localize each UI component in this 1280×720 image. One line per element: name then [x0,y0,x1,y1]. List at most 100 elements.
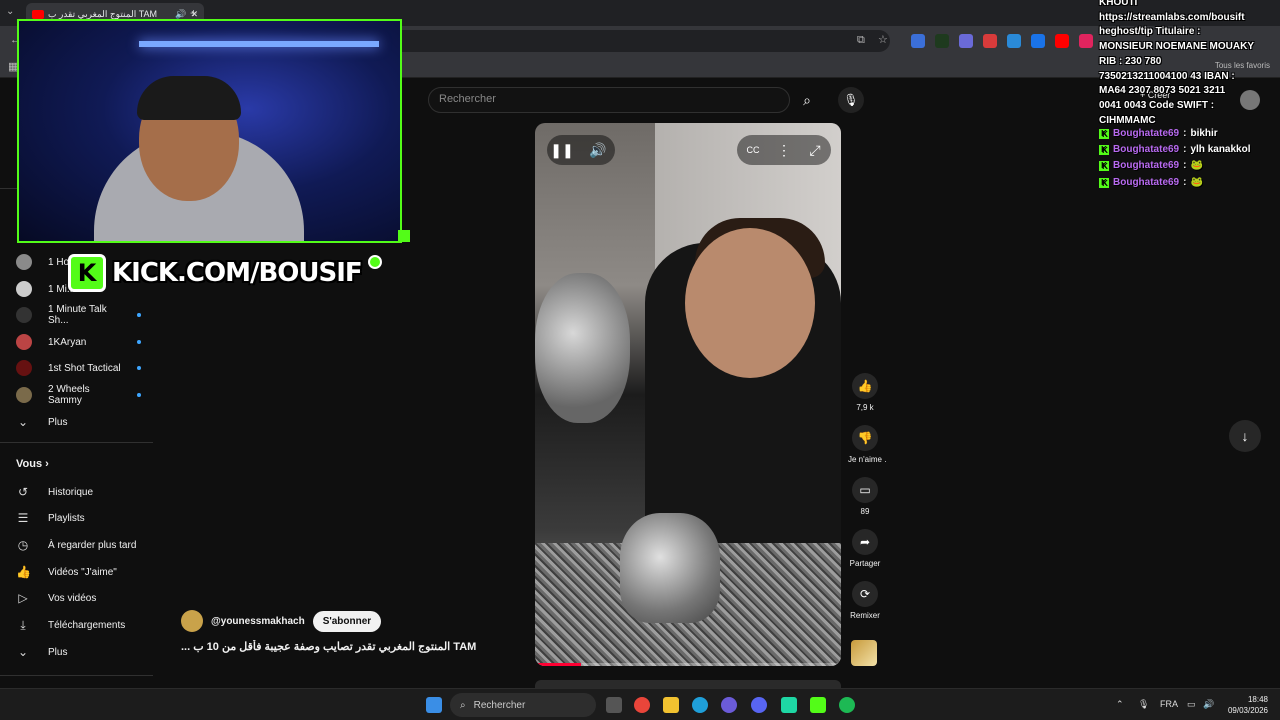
sidebar-subscription[interactable]: 2 Wheels Sammy [16,384,141,406]
extension-icon[interactable] [959,34,973,48]
comment-icon[interactable]: ▭ [852,477,878,503]
video-progress-bar[interactable] [535,663,841,666]
remix-label: Remixer [850,611,880,620]
video-frame-kettle [535,273,630,423]
channel-avatar [16,387,32,403]
extension-icon[interactable] [1055,34,1069,48]
history-icon: ↺ [17,485,29,499]
remix-icon[interactable]: ⟳ [852,581,878,607]
sidebar-subscription[interactable]: 1KAryan [16,332,141,352]
windows-start-icon[interactable] [426,697,442,713]
extension-icon[interactable] [1007,34,1021,48]
fullscreen-icon[interactable]: ⤢ [801,135,829,165]
sidebar-subscription[interactable]: 1st Shot Tactical [16,358,141,378]
app-icon[interactable] [721,697,737,713]
channel-avatar [16,307,32,323]
share-icon[interactable]: ➦ [852,529,878,555]
webcam-person-hair [137,76,241,120]
taskbar-search[interactable]: ⌕ Rechercher [450,693,596,717]
sidebar-item-liked-videos[interactable]: 👍 Vidéos "J'aime" [16,562,156,582]
sidebar-item-playlists[interactable]: ☰ Playlists [16,508,156,528]
channel-name: 1 Minute Talk Sh... [48,304,107,326]
chat-emote: 🐸 [1190,177,1203,188]
extension-icon[interactable] [1079,34,1093,48]
share-action[interactable]: ➦ Partager [848,529,882,568]
sidebar-item-label: À regarder plus tard [48,539,137,551]
sidebar-item-more[interactable]: ⌄ Plus [16,642,156,662]
more-options-icon[interactable]: ⋮ [771,135,797,165]
thumbs-down-icon[interactable]: 👎 [852,425,878,451]
sidebar-item-your-videos[interactable]: ▷ Vos vidéos [16,588,156,608]
windows-taskbar: ⌕ Rechercher ⌃ 🎙 FRA ▭ 🔊 18:48 09/03/202… [0,688,1280,720]
channel-avatar [16,281,32,297]
microphone-icon[interactable]: 🎙 [838,87,864,113]
next-short-arrow-icon[interactable]: ↓ [1229,420,1261,452]
sidebar-item-watch-later[interactable]: ◷ À regarder plus tard [16,535,156,555]
sidebar-subscription[interactable]: 1 Minute Talk Sh... [16,304,141,326]
extension-icon[interactable] [911,34,925,48]
thumbs-up-icon[interactable]: 👍 [852,373,878,399]
kick-badge-icon: K [1099,177,1109,188]
bookmark-star-icon[interactable]: ☆ [878,33,888,46]
video-frame-detail [685,228,815,378]
discord-icon[interactable] [751,697,767,713]
webcam-corner-accent [398,230,410,242]
subscriptions-more-button[interactable]: ⌄ Plus [16,412,156,432]
remix-action[interactable]: ⟳ Remixer [848,581,882,620]
search-icon[interactable]: ⌕ [790,87,824,113]
next-short-preview[interactable] [535,680,841,688]
extension-icon[interactable] [935,34,949,48]
volume-icon[interactable]: 🔊 [583,135,613,165]
captions-icon[interactable]: CC [739,135,767,165]
app-icon[interactable] [781,697,797,713]
vous-section-link[interactable]: Vous › [16,458,49,470]
language-indicator[interactable]: FRA [1160,699,1178,709]
like-count: 7,9 k [856,403,874,412]
video-title: ... المنتوج المغربي تقدر تصايب وصفة عجيب… [181,641,477,653]
tab-audio-icon[interactable]: 🔊 [175,9,186,20]
kick-app-icon[interactable] [810,697,826,713]
pause-icon[interactable]: ❚❚ [547,135,577,165]
sidebar-item-history[interactable]: ↺ Historique [16,482,156,502]
chat-emote: 🐸 [1190,160,1203,171]
clock-icon: ◷ [17,538,29,552]
system-clock[interactable]: 18:48 09/03/2026 [1226,694,1268,716]
comment-count: 89 [860,507,870,516]
kick-channel-banner: K KICK.COM/BOUSIF [68,253,382,293]
new-tab-button[interactable]: + [190,6,197,20]
like-action[interactable]: 👍 7,9 k [848,373,882,412]
edge-icon[interactable] [692,697,708,713]
subscribe-button[interactable]: S'abonner [312,610,382,632]
channel-handle[interactable]: @younessmakhach [211,616,305,627]
shorts-video-player[interactable]: ❚❚ 🔊 CC ⋮ ⤢ [535,123,841,666]
network-icon[interactable]: ▭ [1187,699,1196,710]
volume-icon[interactable]: 🔊 [1203,699,1214,710]
kick-url: KICK.COM/BOUSIF [112,258,363,288]
comments-action[interactable]: ▭ 89 [848,477,882,516]
tab-list-chevron-icon[interactable]: ⌄ [6,6,14,17]
tray-chevron-icon[interactable]: ⌃ [1116,699,1124,710]
dislike-action[interactable]: 👎 Je n'aime . [848,425,886,464]
task-view-icon[interactable] [606,697,622,713]
extension-icon[interactable] [1031,34,1045,48]
channel-name: 1st Shot Tactical [48,362,121,374]
cast-icon[interactable]: ⧉ [857,34,865,47]
chat-message: K Boughatate69: 🐸 [1099,160,1203,171]
chrome-icon[interactable] [634,697,650,713]
sidebar-item-label: Plus [48,646,68,658]
chevron-down-icon: ⌄ [17,645,29,659]
chat-message: K Boughatate69: bikhir [1099,128,1218,139]
audio-source-thumbnail[interactable] [851,640,877,666]
extension-icon[interactable] [983,34,997,48]
file-explorer-icon[interactable] [663,697,679,713]
donation-info-line: MA64 2307 8073 5021 3211 [1099,85,1226,97]
channel-avatar[interactable] [181,610,203,632]
search-icon: ⌕ [460,699,466,711]
search-input[interactable]: Rechercher [428,87,790,113]
clock-date: 09/03/2026 [1227,706,1268,715]
sidebar-item-downloads[interactable]: ⤓ Téléchargements [16,615,156,635]
tab-title: المنتوج المغربي تقدر ب TAM [48,8,158,19]
chat-username: Boughatate69 [1113,160,1180,171]
spotify-icon[interactable] [839,697,855,713]
microphone-icon[interactable]: 🎙 [1138,699,1149,710]
